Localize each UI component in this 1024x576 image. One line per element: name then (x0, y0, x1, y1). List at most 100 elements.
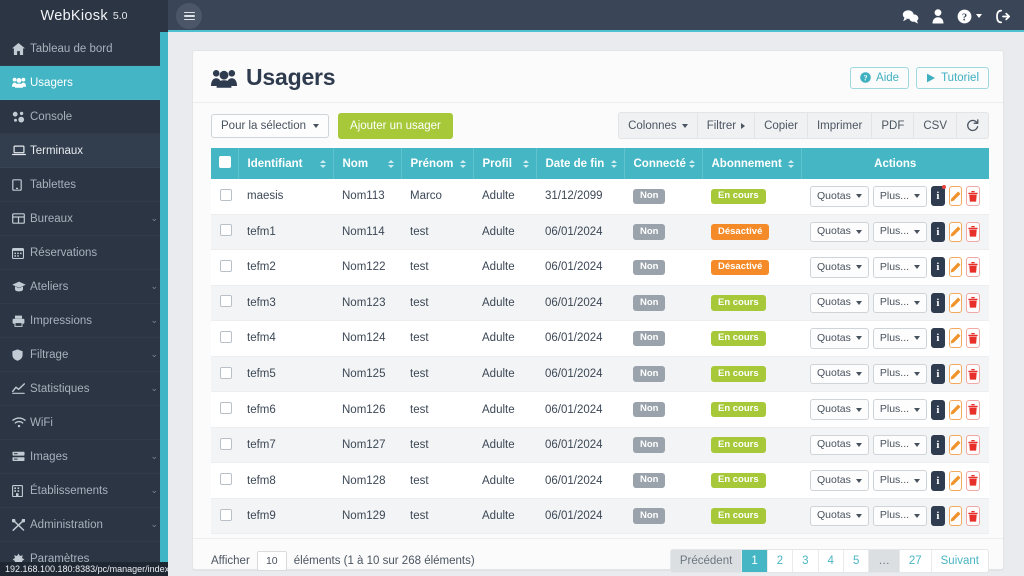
chat-icon[interactable] (902, 9, 919, 24)
sidebar-item-bureaux[interactable]: Bureaux ⌄ (0, 202, 168, 236)
edit-icon[interactable] (948, 470, 963, 491)
table-row[interactable]: tefm9 Nom129 test Adulte 06/01/2024 Non En cou… (211, 498, 989, 535)
pagination-item[interactable]: 5 (843, 550, 870, 573)
pagination-item[interactable]: Précédent (670, 550, 743, 573)
info-icon[interactable]: i (931, 399, 945, 420)
sidebar-item-console[interactable]: Console (0, 100, 168, 134)
delete-icon[interactable] (966, 328, 981, 349)
quotas-button[interactable]: Quotas (810, 328, 869, 349)
toolbar-button-colonnes[interactable]: Colonnes (618, 112, 697, 139)
quotas-button[interactable]: Quotas (810, 505, 869, 527)
sidebar-item-tableau-de-bord[interactable]: Tableau de bord (0, 32, 168, 66)
toolbar-button-filtrer[interactable]: Filtrer (696, 112, 755, 139)
pagination-item[interactable]: 1 (742, 550, 768, 573)
row-checkbox[interactable] (220, 402, 232, 415)
info-icon[interactable]: i (931, 364, 945, 384)
sidebar-item-statistiques[interactable]: Statistiques ⌄ (0, 372, 168, 406)
sort-icon[interactable] (688, 159, 695, 168)
column-header-identifiant[interactable]: Identifiant (238, 148, 334, 179)
quotas-button[interactable]: Quotas (810, 434, 869, 456)
delete-icon[interactable] (966, 506, 981, 527)
sidebar-item-filtrage[interactable]: Filtrage ⌄ (0, 338, 168, 372)
plus-button[interactable]: Plus... (872, 221, 928, 243)
info-icon[interactable]: i (931, 257, 945, 278)
info-icon[interactable]: i (931, 292, 945, 313)
sort-icon[interactable] (787, 159, 794, 168)
table-row[interactable]: tefm2 Nom122 test Adulte 06/01/2024 Non Désact… (211, 249, 989, 286)
plus-button[interactable]: Plus... (872, 257, 928, 278)
delete-icon[interactable] (966, 221, 981, 242)
quotas-button[interactable]: Quotas (810, 470, 869, 491)
delete-icon[interactable] (966, 292, 981, 313)
pagination-item[interactable]: 2 (767, 550, 794, 573)
info-icon[interactable]: i (931, 328, 945, 349)
plus-button[interactable]: Plus... (872, 186, 928, 207)
table-row[interactable]: tefm8 Nom128 test Adulte 06/01/2024 Non En cou… (211, 462, 989, 499)
plus-button[interactable]: Plus... (872, 505, 928, 527)
pagination-item[interactable]: 4 (818, 550, 844, 573)
select-all-checkbox[interactable] (219, 156, 231, 168)
quotas-button[interactable]: Quotas (810, 292, 869, 314)
edit-icon[interactable] (948, 399, 963, 420)
edit-icon[interactable] (948, 506, 963, 527)
brand-logo[interactable]: WebKiosk 5.0 (0, 0, 168, 32)
column-header-prenom[interactable]: Prénom (401, 148, 474, 179)
edit-icon[interactable] (948, 186, 963, 207)
quotas-button[interactable]: Quotas (810, 221, 869, 243)
table-row[interactable]: tefm7 Nom127 test Adulte 06/01/2024 Non En cou… (211, 427, 989, 464)
edit-icon[interactable] (948, 364, 963, 384)
sort-icon[interactable] (610, 159, 617, 168)
column-header-connecte[interactable]: Connecté (624, 148, 703, 179)
delete-icon[interactable] (966, 435, 981, 456)
help-button[interactable]: ? Aide (850, 66, 910, 89)
tutorial-button[interactable]: Tutoriel (916, 66, 989, 89)
quotas-button[interactable]: Quotas (810, 399, 869, 420)
table-row[interactable]: tefm5 Nom125 test Adulte 06/01/2024 Non En cou… (211, 356, 989, 393)
sort-icon[interactable] (522, 159, 529, 168)
delete-icon[interactable] (966, 257, 981, 278)
selection-dropdown[interactable]: Pour la sélection (211, 113, 330, 138)
column-header-profil[interactable]: Profil (473, 148, 537, 179)
row-checkbox[interactable] (220, 188, 232, 201)
plus-button[interactable]: Plus... (872, 399, 928, 420)
help-icon[interactable]: ? (957, 9, 982, 24)
column-header-abonnement[interactable]: Abonnement (702, 148, 802, 179)
column-header-nom[interactable]: Nom (333, 148, 402, 179)
row-checkbox[interactable] (220, 224, 232, 237)
quotas-button[interactable]: Quotas (810, 257, 869, 278)
page-length-input[interactable] (256, 551, 287, 572)
plus-button[interactable]: Plus... (872, 470, 928, 491)
sidebar-item-etablissements[interactable]: Établissements ⌄ (0, 474, 168, 508)
pagination-item[interactable]: 3 (793, 550, 819, 573)
edit-icon[interactable] (948, 257, 963, 278)
info-icon[interactable]: i (931, 221, 945, 242)
sidebar-item-images[interactable]: Images ⌄ (0, 440, 168, 474)
row-checkbox[interactable] (220, 295, 232, 308)
sidebar-item-tablettes[interactable]: Tablettes (0, 168, 168, 202)
info-icon[interactable]: i (931, 506, 945, 527)
sidebar-item-impressions[interactable]: Impressions ⌄ (0, 304, 168, 338)
toolbar-button-pdf[interactable]: PDF (871, 112, 914, 139)
row-checkbox[interactable] (220, 259, 232, 272)
plus-button[interactable]: Plus... (872, 292, 928, 314)
table-row[interactable]: maesis Nom113 Marco Adulte 31/12/2099 Non En c… (211, 179, 989, 215)
toolbar-button-copier[interactable]: Copier (754, 112, 807, 139)
table-row[interactable]: tefm3 Nom123 test Adulte 06/01/2024 Non En cou… (211, 285, 989, 322)
user-icon[interactable] (932, 8, 944, 24)
logout-icon[interactable] (995, 9, 1010, 24)
delete-icon[interactable] (966, 364, 981, 384)
edit-icon[interactable] (948, 292, 963, 313)
edit-icon[interactable] (948, 328, 963, 349)
sort-icon[interactable] (387, 159, 394, 168)
edit-icon[interactable] (948, 221, 963, 242)
pagination-item[interactable]: 27 (899, 550, 932, 573)
row-checkbox[interactable] (220, 437, 232, 450)
info-icon[interactable]: i (931, 470, 945, 491)
add-user-button[interactable]: Ajouter un usager (338, 112, 453, 139)
delete-icon[interactable] (966, 186, 981, 207)
info-icon[interactable]: i (931, 185, 946, 207)
pagination-item[interactable]: Suivant (931, 550, 988, 573)
toolbar-button-csv[interactable]: CSV (913, 112, 956, 139)
quotas-button[interactable]: Quotas (810, 363, 869, 385)
quotas-button[interactable]: Quotas (810, 186, 869, 207)
